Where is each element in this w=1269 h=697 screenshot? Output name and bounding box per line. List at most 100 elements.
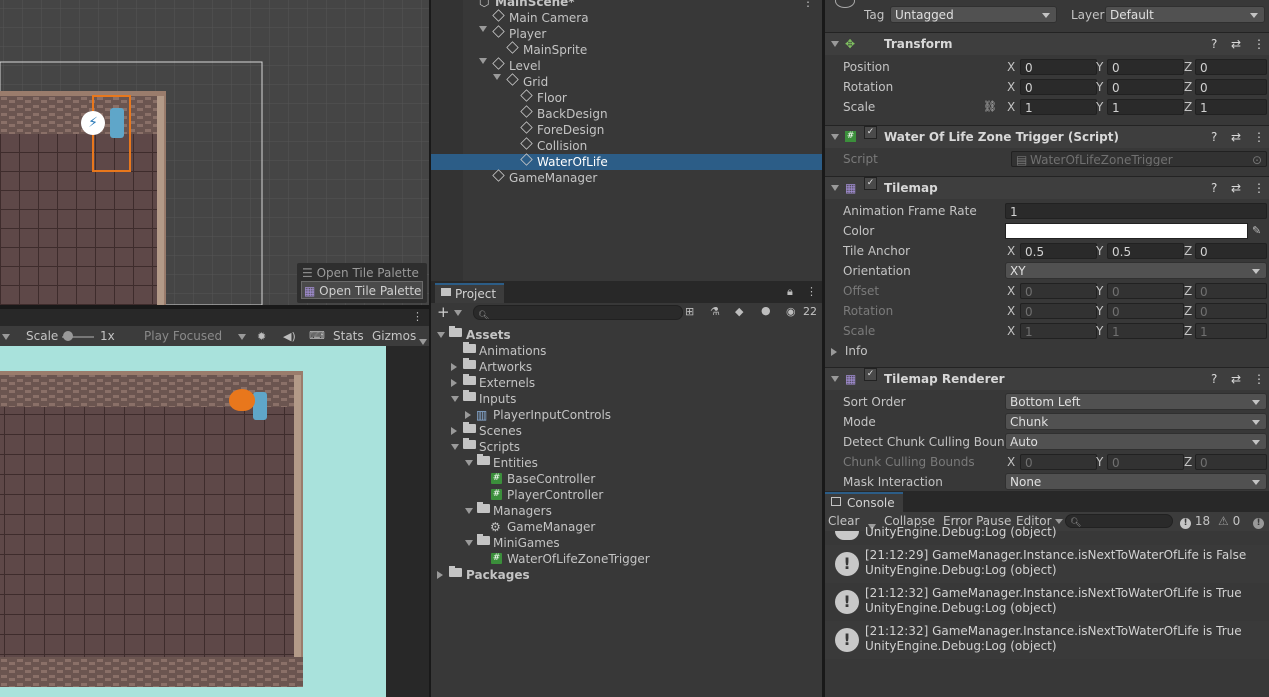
- rotation-z-field[interactable]: 0: [1195, 79, 1267, 95]
- scale-z-field[interactable]: 1: [1195, 99, 1267, 115]
- detect-chunk-culling-dropdown[interactable]: Auto: [1005, 433, 1267, 450]
- audio-icon[interactable]: ◀): [283, 330, 296, 343]
- hierarchy-item-gamemanager[interactable]: GameManager: [431, 169, 822, 186]
- tab-project[interactable]: Project: [435, 283, 505, 303]
- enabled-checkbox[interactable]: ✓: [864, 126, 877, 139]
- eyedropper-icon[interactable]: ✎: [1252, 224, 1261, 237]
- tilemap-renderer-header[interactable]: ▦ ✓ Tilemap Renderer ? ⇄ ⋮: [825, 367, 1269, 390]
- transform-header[interactable]: ✥ Transform ? ⇄ ⋮: [825, 32, 1269, 55]
- errors-filter-icon[interactable]: ●: [761, 304, 771, 317]
- create-button[interactable]: +: [437, 303, 463, 321]
- position-y-field[interactable]: 0: [1107, 59, 1184, 75]
- play-focused-dropdown[interactable]: Play Focused: [140, 327, 248, 345]
- scale-y-field[interactable]: 1: [1107, 99, 1184, 115]
- info-foldout[interactable]: Info: [831, 342, 868, 360]
- tile-anchor-x-field[interactable]: 0.5: [1020, 243, 1097, 259]
- more-options-icon[interactable]: ⋮: [412, 310, 423, 323]
- constrain-proportions-icon[interactable]: ⛓: [983, 100, 997, 113]
- game-view[interactable]: ⋮ Scale 1x Play Focused ✹ ◀) ⌨ Stats Giz…: [0, 309, 429, 697]
- project-item-externels[interactable]: Externels: [431, 374, 822, 391]
- project-item-packages[interactable]: Packages: [431, 566, 822, 583]
- project-item-entities[interactable]: Entities: [431, 454, 822, 471]
- console-search-input[interactable]: 🔍︎: [1065, 514, 1173, 528]
- project-item-gamemanager[interactable]: ⚙ GameManager: [431, 519, 822, 535]
- hierarchy-item-backdesign[interactable]: BackDesign: [431, 105, 822, 122]
- search-by-label-icon[interactable]: ⚗: [710, 305, 720, 318]
- presets-icon[interactable]: ⇄: [1231, 126, 1241, 148]
- enabled-checkbox[interactable]: ✓: [864, 177, 877, 190]
- project-item-basecontroller[interactable]: # BaseController: [431, 471, 822, 487]
- tag-dropdown[interactable]: Untagged: [890, 6, 1057, 23]
- position-x-field[interactable]: 0: [1020, 59, 1097, 75]
- layer-dropdown[interactable]: Default: [1105, 6, 1265, 23]
- presets-icon[interactable]: ⇄: [1231, 368, 1241, 390]
- bug-icon[interactable]: ✹: [257, 330, 266, 343]
- help-icon[interactable]: ?: [1211, 33, 1217, 55]
- rotation-x-field[interactable]: 0: [1020, 79, 1097, 95]
- position-z-field[interactable]: 0: [1195, 59, 1267, 75]
- warning-count-toggle[interactable]: ⚠ 0: [1218, 512, 1240, 530]
- scene-options-icon[interactable]: ⋮: [802, 0, 814, 10]
- help-icon[interactable]: ?: [1211, 368, 1217, 390]
- console-log-row-partial[interactable]: UnityEngine.Debug:Log (object): [825, 525, 1269, 541]
- gizmos-button[interactable]: Gizmos: [372, 327, 416, 345]
- project-item-playerinputcontrols[interactable]: ▥ PlayerInputControls: [431, 407, 822, 423]
- sort-order-dropdown[interactable]: Bottom Left: [1005, 393, 1267, 410]
- project-search-input[interactable]: 🔍︎: [473, 305, 683, 320]
- saved-search-icon[interactable]: ◆: [735, 305, 743, 318]
- orientation-dropdown[interactable]: XY: [1005, 262, 1267, 279]
- lock-icon[interactable]: 🔒︎: [787, 285, 793, 299]
- presets-icon[interactable]: ⇄: [1231, 33, 1241, 55]
- hierarchy-item-floor[interactable]: Floor: [431, 89, 822, 106]
- project-item-minigames[interactable]: MiniGames: [431, 534, 822, 551]
- hierarchy-item-level[interactable]: Level: [431, 57, 822, 74]
- tile-anchor-y-field[interactable]: 0.5: [1107, 243, 1184, 259]
- enabled-checkbox[interactable]: ✓: [864, 368, 877, 381]
- component-menu-icon[interactable]: ⋮: [1253, 177, 1265, 199]
- log-count-toggle[interactable]: ! 18: [1180, 512, 1210, 530]
- hierarchy-item-wateroflife[interactable]: WaterOfLife: [431, 153, 822, 170]
- animation-frame-rate-field[interactable]: 1: [1005, 203, 1267, 219]
- help-icon[interactable]: ?: [1211, 126, 1217, 148]
- tilemap-header[interactable]: ▦ ✓ Tilemap ? ⇄ ⋮: [825, 176, 1269, 199]
- component-menu-icon[interactable]: ⋮: [1253, 126, 1265, 148]
- scale-x-field[interactable]: 1: [1020, 99, 1097, 115]
- project-item-playercontroller[interactable]: # PlayerController: [431, 487, 822, 503]
- hierarchy-scene-row[interactable]: ⬡ MainScene* ⋮: [431, 0, 822, 10]
- project-item-animations[interactable]: Animations: [431, 342, 822, 359]
- project-item-scripts[interactable]: Scripts: [431, 438, 822, 455]
- hidden-packages-icon[interactable]: ◉: [786, 305, 796, 318]
- project-item-managers[interactable]: Managers: [431, 502, 822, 519]
- display-dropdown-arrow[interactable]: [2, 327, 10, 345]
- hierarchy-item-mainsprite[interactable]: MainSprite: [431, 41, 822, 58]
- project-item-assets[interactable]: Assets: [431, 326, 822, 343]
- project-item-scenes[interactable]: Scenes: [431, 422, 822, 439]
- hierarchy-item-main-camera[interactable]: Main Camera: [431, 9, 822, 26]
- console-log-row[interactable]: ! [21:12:32] GameManager.Instance.isNext…: [825, 583, 1269, 621]
- keyboard-icon[interactable]: ⌨: [309, 329, 325, 342]
- console-log-row[interactable]: ! [21:12:29] GameManager.Instance.isNext…: [825, 545, 1269, 583]
- hierarchy-item-foredesign[interactable]: ForeDesign: [431, 121, 822, 138]
- help-icon[interactable]: ?: [1211, 177, 1217, 199]
- project-options-icon[interactable]: ⋮: [806, 285, 817, 298]
- tile-anchor-z-field[interactable]: 0: [1195, 243, 1267, 259]
- scene-view[interactable]: ⚡ ☰ Open Tile Palette ▦ Open Tile Palett…: [0, 0, 429, 305]
- presets-icon[interactable]: ⇄: [1231, 177, 1241, 199]
- search-by-type-icon[interactable]: ⊞: [685, 305, 694, 318]
- hierarchy-item-grid[interactable]: Grid: [431, 73, 822, 90]
- tab-console[interactable]: Console: [825, 492, 903, 512]
- component-menu-icon[interactable]: ⋮: [1253, 33, 1265, 55]
- rotation-y-field[interactable]: 0: [1107, 79, 1184, 95]
- hierarchy-item-player[interactable]: Player: [431, 25, 822, 42]
- error-count-toggle[interactable]: !: [1253, 512, 1264, 530]
- project-item-wateroflifezonetrigger[interactable]: # WaterOfLifeZoneTrigger: [431, 551, 822, 567]
- hierarchy-item-collision[interactable]: Collision: [431, 137, 822, 154]
- script-component-header[interactable]: # ✓ Water Of Life Zone Trigger (Script) …: [825, 125, 1269, 148]
- project-item-inputs[interactable]: Inputs: [431, 390, 822, 407]
- component-menu-icon[interactable]: ⋮: [1253, 368, 1265, 390]
- scale-slider-handle[interactable]: [63, 331, 73, 341]
- mask-interaction-dropdown[interactable]: None: [1005, 473, 1267, 490]
- project-item-artworks[interactable]: Artworks: [431, 358, 822, 375]
- mode-dropdown[interactable]: Chunk: [1005, 413, 1267, 430]
- clear-button[interactable]: Clear: [828, 512, 859, 530]
